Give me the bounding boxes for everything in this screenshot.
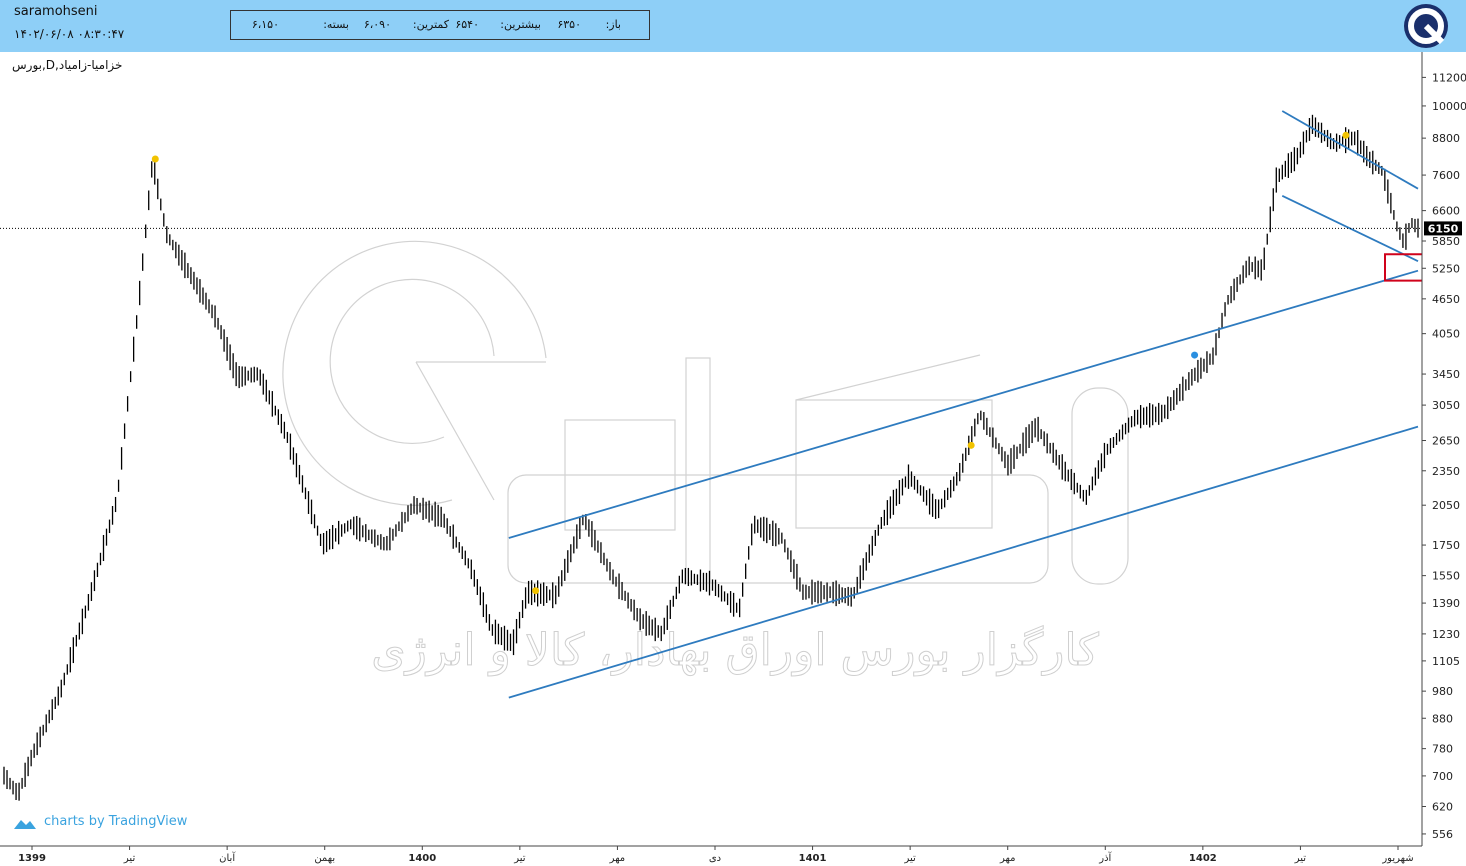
y-tick-label: 2650 bbox=[1432, 435, 1460, 448]
x-tick-label: مهر bbox=[999, 853, 1015, 864]
x-tick-label: تیر bbox=[123, 853, 136, 864]
x-tick-label: شهریور bbox=[1381, 853, 1413, 864]
signal-marker bbox=[1191, 351, 1199, 359]
signal-marker bbox=[967, 441, 975, 449]
y-tick-label: 4050 bbox=[1432, 328, 1460, 341]
x-tick-label: 1400 bbox=[408, 853, 436, 864]
x-tick-label: 1399 bbox=[18, 853, 46, 864]
y-tick-label: 880 bbox=[1432, 712, 1453, 725]
x-tick-label: 1402 bbox=[1189, 853, 1217, 864]
y-tick-label: 3050 bbox=[1432, 399, 1460, 412]
y-tick-label: 5250 bbox=[1432, 262, 1460, 275]
y-tick-label: 1750 bbox=[1432, 539, 1460, 552]
y-tick-label: 10000 bbox=[1432, 100, 1466, 113]
watermark-text: کارگزار بورس اوراق بهادار، کالا و انرژی bbox=[371, 625, 1099, 676]
y-tick-label: 5850 bbox=[1432, 235, 1460, 248]
y-tick-label: 1390 bbox=[1432, 597, 1460, 610]
price-chart[interactable]: کارگزار بورس اوراق بهادار، کالا و انرژی … bbox=[0, 0, 1466, 866]
y-tick-label: 700 bbox=[1432, 770, 1453, 783]
y-tick-label: 780 bbox=[1432, 743, 1453, 756]
y-tick-label: 1230 bbox=[1432, 628, 1460, 641]
price-bars bbox=[3, 114, 1419, 801]
y-tick-label: 7600 bbox=[1432, 169, 1460, 182]
x-tick-label: تیر bbox=[1294, 853, 1307, 864]
tradingview-attribution[interactable]: charts by TradingView bbox=[44, 814, 187, 829]
y-tick-label: 2050 bbox=[1432, 499, 1460, 512]
x-tick-label: تیر bbox=[903, 853, 916, 864]
x-tick-label: 1401 bbox=[799, 853, 827, 864]
tradingview-icon bbox=[14, 820, 36, 829]
y-tick-label: 3450 bbox=[1432, 368, 1460, 381]
y-tick-label: 11200 bbox=[1432, 71, 1466, 84]
trendline bbox=[1281, 110, 1419, 190]
x-tick-label: تیر bbox=[513, 853, 526, 864]
watermark: کارگزار بورس اوراق بهادار، کالا و انرژی bbox=[282, 240, 1129, 677]
axes: 6150 556 620 700 780 880 980 1105 1230 1390 1550 17… bbox=[0, 52, 1466, 864]
y-tick-label: 1550 bbox=[1432, 570, 1460, 583]
x-tick-label: آذر bbox=[1098, 851, 1112, 864]
y-tick-label: 620 bbox=[1432, 800, 1453, 813]
signal-marker bbox=[151, 155, 159, 163]
signal-marker bbox=[1342, 131, 1350, 139]
y-tick-label: 8800 bbox=[1432, 132, 1460, 145]
y-tick-label: 1105 bbox=[1432, 655, 1460, 668]
y-tick-label: 4650 bbox=[1432, 293, 1460, 306]
y-tick-label: 2350 bbox=[1432, 465, 1460, 478]
y-tick-label: 980 bbox=[1432, 685, 1453, 698]
markers bbox=[151, 131, 1350, 595]
y-tick-label: 556 bbox=[1432, 828, 1453, 841]
highlight-zone bbox=[1384, 253, 1422, 282]
trendlines bbox=[508, 110, 1422, 699]
signal-marker bbox=[532, 587, 540, 595]
x-tick-label: آبان bbox=[219, 851, 236, 864]
x-tick-label: بهمن bbox=[314, 853, 335, 864]
y-tick-label: 6600 bbox=[1432, 205, 1460, 218]
last-price-label: 6150 bbox=[1428, 222, 1459, 235]
trendline bbox=[508, 269, 1419, 539]
x-tick-label: مهر bbox=[609, 853, 625, 864]
x-tick-label: دی bbox=[709, 853, 721, 864]
